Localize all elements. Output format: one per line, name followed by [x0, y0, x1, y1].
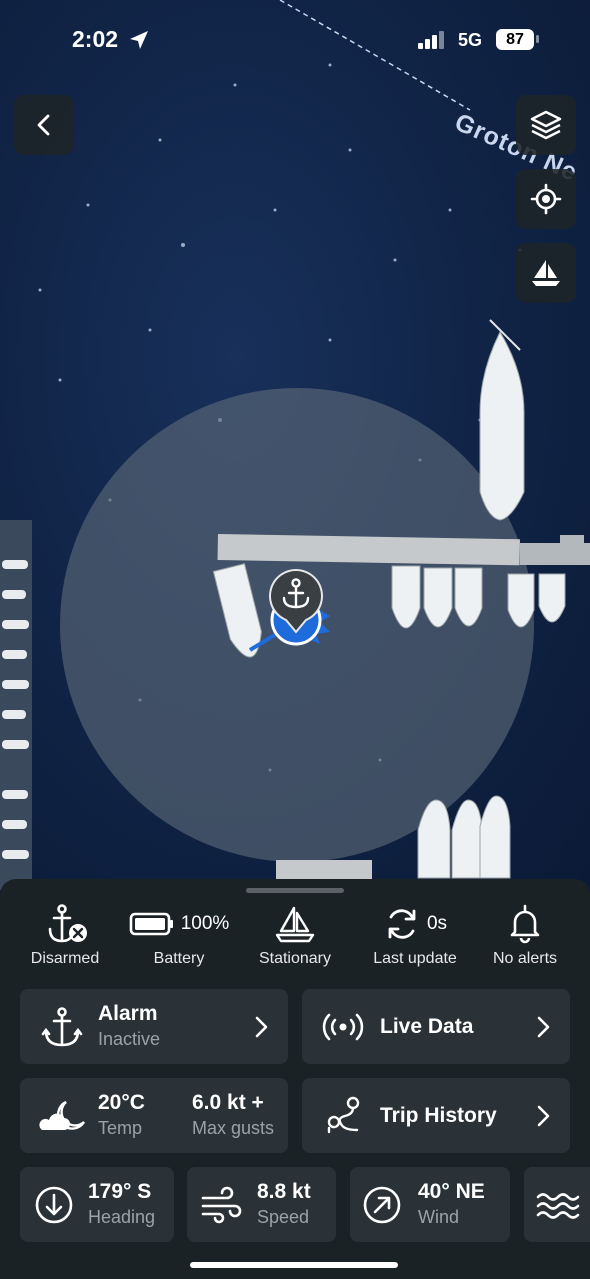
wind-card[interactable]: 40° NE Wind	[350, 1167, 510, 1242]
wind-direction-icon	[363, 1186, 401, 1224]
back-button[interactable]	[14, 95, 74, 155]
chevron-right-icon	[537, 1016, 550, 1038]
status-bar: 2:02 5G 87	[0, 0, 590, 80]
wind-icon	[201, 1186, 242, 1224]
stat-last-update: 0s Last update	[360, 903, 470, 973]
sheet-grabber[interactable]	[246, 888, 344, 893]
trip-history-title: Trip History	[380, 1104, 497, 1127]
alarm-title: Alarm	[98, 1002, 158, 1025]
chevron-right-icon	[255, 1016, 268, 1038]
temperature-label: Temp	[98, 1118, 143, 1138]
locate-button[interactable]	[516, 169, 576, 229]
live-data-card[interactable]: Live Data	[302, 989, 570, 1064]
stat-label: Disarmed	[30, 950, 100, 967]
wind-value: 40° NE	[418, 1180, 485, 1203]
heading-card[interactable]: 179° S Heading	[20, 1167, 174, 1242]
alarm-status: Inactive	[98, 1029, 161, 1049]
crosshair-icon	[530, 183, 562, 215]
sailboat-icon	[275, 906, 315, 943]
heading-arrow-icon	[35, 1186, 73, 1224]
route-icon	[327, 1096, 360, 1134]
stat-battery: 100% Battery	[124, 903, 234, 973]
waves-card[interactable]	[524, 1167, 590, 1242]
battery-icon	[129, 912, 173, 936]
stat-anchor-status: Disarmed	[10, 903, 120, 973]
sailboat-icon	[532, 260, 560, 286]
layers-icon	[530, 110, 562, 140]
stat-motion: Stationary	[240, 903, 350, 973]
bell-icon	[510, 904, 540, 944]
map-view[interactable]: Groton Ne	[0, 0, 590, 890]
gusts-label: Max gusts	[192, 1118, 275, 1138]
broadcast-icon	[322, 1013, 364, 1041]
speed-card[interactable]: 8.8 kt Speed	[187, 1167, 336, 1242]
refresh-icon	[388, 909, 416, 939]
network-type: 5G	[458, 30, 483, 50]
stat-alerts: No alerts	[470, 903, 580, 973]
temperature-value: 20°C	[98, 1091, 145, 1114]
trip-history-card[interactable]: Trip History	[302, 1078, 570, 1153]
stat-label: Stationary	[258, 950, 332, 967]
weather-card[interactable]: 20°C Temp 6.0 kt + Max gusts	[20, 1078, 288, 1153]
home-indicator	[190, 1262, 398, 1268]
gusts-value: 6.0 kt +	[192, 1091, 264, 1114]
anchor-disarmed-icon	[48, 904, 87, 943]
layers-button[interactable]	[516, 95, 576, 155]
speed-label: Speed	[257, 1207, 310, 1227]
location-arrow-icon	[130, 31, 148, 49]
heading-label: Heading	[88, 1207, 156, 1227]
waves-icon	[536, 1193, 580, 1219]
boat-center-button[interactable]	[516, 243, 576, 303]
status-time: 2:02	[72, 26, 119, 52]
stat-label: Battery	[153, 950, 205, 967]
live-data-title: Live Data	[380, 1015, 474, 1038]
speed-value: 8.8 kt	[257, 1180, 311, 1203]
bottom-sheet: Disarmed 100% Battery Stationary 0s Last…	[0, 879, 590, 1279]
heading-value: 179° S	[88, 1180, 152, 1203]
alarm-card[interactable]: Alarm Inactive	[20, 989, 288, 1064]
wind-label: Wind	[418, 1207, 460, 1227]
chevron-right-icon	[537, 1105, 550, 1127]
battery-tip	[536, 35, 539, 43]
stat-label: No alerts	[492, 950, 558, 967]
battery-level-icon: 87	[496, 29, 534, 50]
chevron-left-icon	[37, 114, 50, 136]
last-update-value: 0s	[426, 913, 448, 934]
stat-label: Last update	[373, 950, 457, 967]
cellular-signal-icon	[418, 31, 444, 49]
cloud-moon-icon	[39, 1100, 86, 1130]
anchor-icon	[41, 1007, 83, 1047]
battery-value: 100%	[180, 913, 230, 934]
